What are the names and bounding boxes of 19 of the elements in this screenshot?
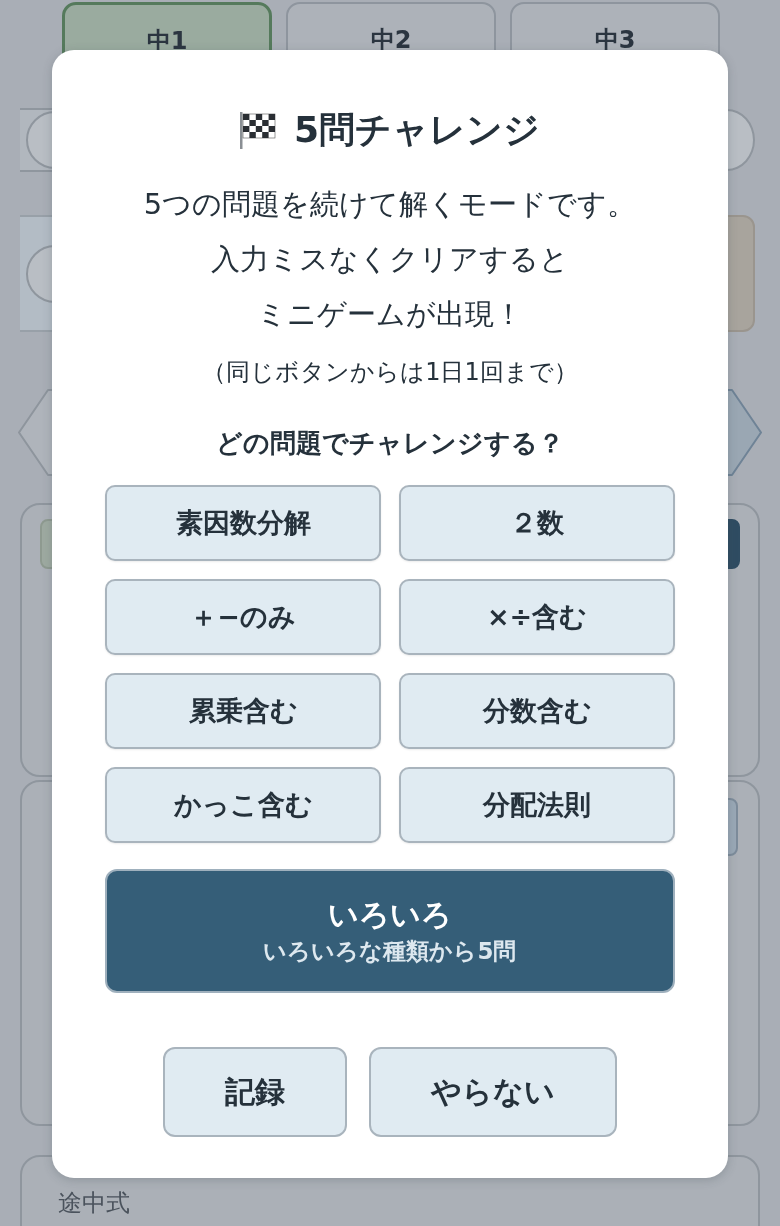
mixed-category-button[interactable]: いろいろ いろいろな種類から5問 bbox=[105, 869, 675, 993]
category-button[interactable]: 分数含む bbox=[399, 673, 675, 749]
dialog-description: 入力ミスなくクリアすると bbox=[211, 241, 569, 278]
dialog-title: 5問チャレンジ bbox=[293, 108, 541, 152]
section-label: 途中式 bbox=[58, 1189, 130, 1217]
dialog-note: （同じボタンからは1日1回まで） bbox=[202, 357, 578, 388]
checkered-flag-icon bbox=[239, 111, 276, 149]
category-button[interactable]: 累乗含む bbox=[105, 673, 381, 749]
choice-prompt: どの問題でチャレンジする？ bbox=[216, 427, 564, 460]
category-button[interactable]: ＋−のみ bbox=[105, 579, 381, 655]
category-button[interactable]: ×÷含む bbox=[399, 579, 675, 655]
dialog-description: 5つの問題を続けて解くモードです。 bbox=[143, 186, 637, 223]
category-button[interactable]: かっこ含む bbox=[105, 767, 381, 843]
dialog-action-button[interactable]: 記録 bbox=[163, 1047, 347, 1137]
dialog-action-button[interactable]: やらない bbox=[369, 1047, 617, 1137]
category-button[interactable]: 素因数分解 bbox=[105, 485, 381, 561]
category-button[interactable]: ２数 bbox=[399, 485, 675, 561]
category-button[interactable]: 分配法則 bbox=[399, 767, 675, 843]
dialog-description: ミニゲームが出現！ bbox=[257, 296, 523, 333]
